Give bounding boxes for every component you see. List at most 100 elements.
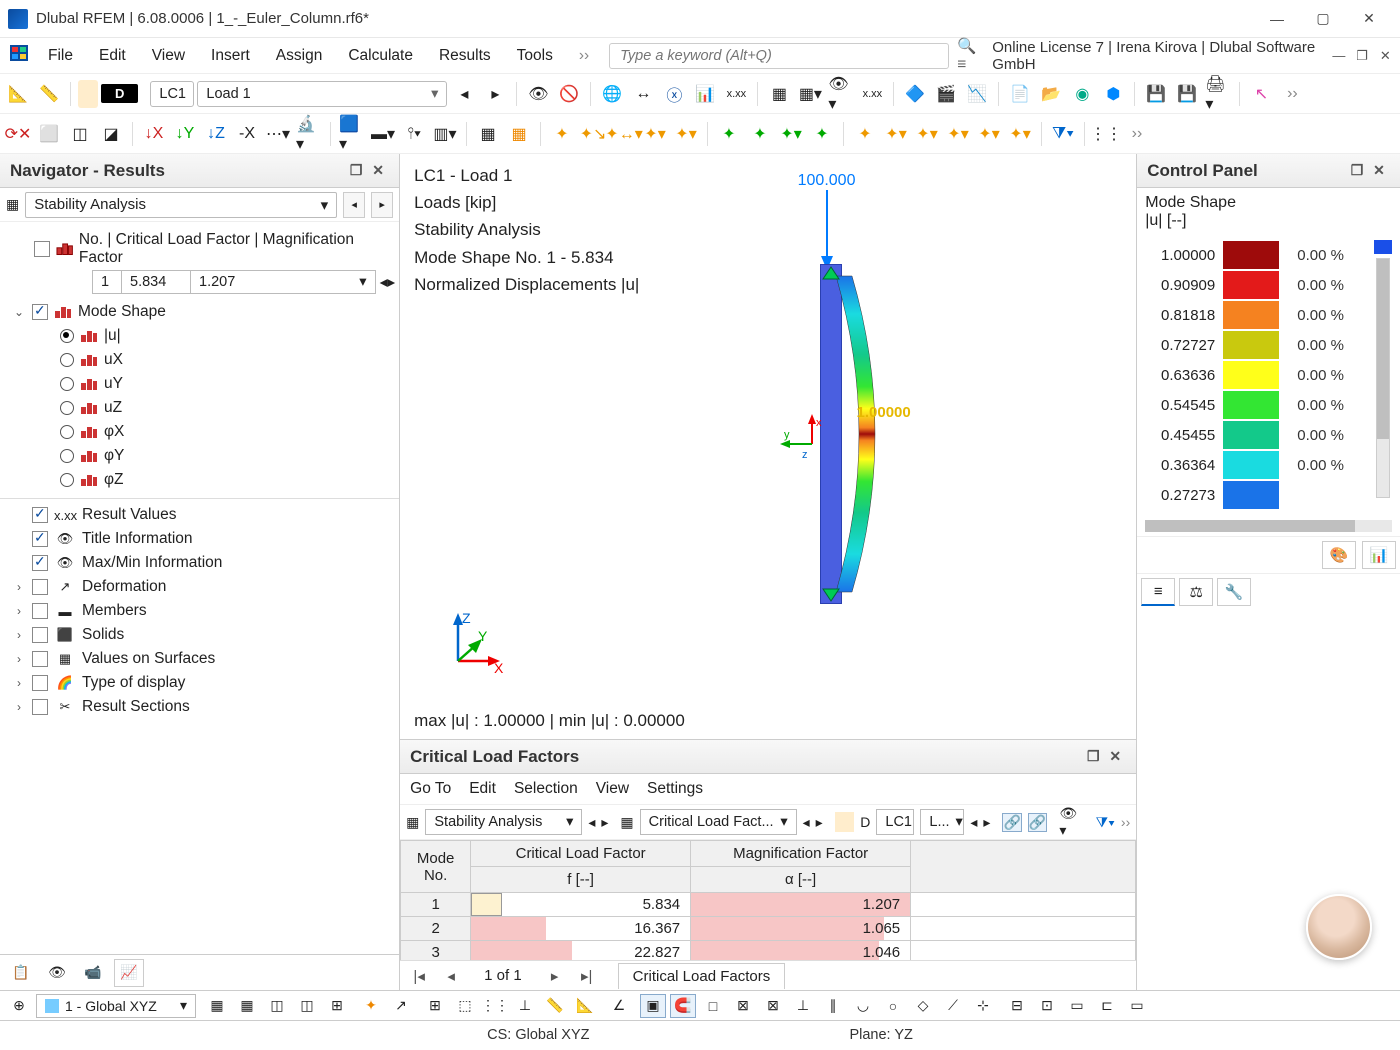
search-input[interactable] xyxy=(609,43,949,69)
search-icon[interactable]: 🔍≡ xyxy=(951,33,988,78)
disp-check-2[interactable] xyxy=(32,555,48,571)
table-row[interactable]: 3 22.827 1.046 xyxy=(401,941,1136,961)
pager-first-button[interactable]: |◂ xyxy=(408,967,430,985)
model-viewport[interactable]: LC1 - Load 1 Loads [kip] Stability Analy… xyxy=(400,154,1136,739)
disp-check-1[interactable] xyxy=(32,531,48,547)
load-3-icon[interactable]: ✦↔▾ xyxy=(610,120,638,148)
table-menu-settings[interactable]: Settings xyxy=(647,780,703,798)
app-menu-icon[interactable] xyxy=(4,41,34,70)
nav-category-dropdown[interactable]: Stability Analysis▾ xyxy=(25,192,337,218)
nav-cat-prev-button[interactable]: ◂ xyxy=(343,192,365,218)
disp-check-0[interactable] xyxy=(32,507,48,523)
tool-diagram-icon[interactable]: 📊 xyxy=(691,80,719,108)
tool-global-deform-icon[interactable]: 🌐 xyxy=(598,80,626,108)
disp-caret-6[interactable]: › xyxy=(12,652,26,666)
snap-bg-icon[interactable]: ⬚ xyxy=(452,994,478,1018)
table-type-icon[interactable]: ▦ xyxy=(406,814,419,831)
pager-prev-button[interactable]: ◂ xyxy=(440,967,462,985)
node-load-4-icon[interactable]: ✦ xyxy=(808,120,836,148)
snap-par-icon[interactable]: ∥ xyxy=(820,994,846,1018)
table-undock-icon[interactable]: ❐ xyxy=(1082,748,1104,765)
snap-guide-2-icon[interactable]: 📐 xyxy=(572,994,598,1018)
menu-calculate[interactable]: Calculate xyxy=(336,41,425,71)
navigator-undock-icon[interactable]: ❐ xyxy=(345,162,367,179)
cp-tab-colorscale-icon[interactable]: ≡ xyxy=(1141,578,1175,606)
refresh-icon[interactable]: ⟳✕ xyxy=(4,120,32,148)
snap-end-icon[interactable]: ▣ xyxy=(640,994,666,1018)
snap-ext-icon[interactable]: ⊹ xyxy=(970,994,996,1018)
load-4-icon[interactable]: ✦▾ xyxy=(641,120,669,148)
table-cat-prev-button[interactable]: ◂ xyxy=(588,814,595,831)
gen-load-4-icon[interactable]: ✦▾ xyxy=(944,120,972,148)
toolbar2-overflow-icon[interactable]: ›› xyxy=(1123,120,1151,148)
table-lc-name-dropdown[interactable]: L...▾ xyxy=(920,809,964,835)
table-filter-icon[interactable]: ⧩▾ xyxy=(1096,814,1115,831)
disp-caret-4[interactable]: › xyxy=(12,604,26,618)
table-row[interactable]: 2 16.367 1.065 xyxy=(401,917,1136,941)
axis-neg-x-icon[interactable]: -X xyxy=(233,120,261,148)
snap-guide-1-icon[interactable]: 📏 xyxy=(542,994,568,1018)
disp-check-6[interactable] xyxy=(32,651,48,667)
menu-insert[interactable]: Insert xyxy=(199,41,262,71)
cp-edit-colors-icon[interactable]: 🎨 xyxy=(1322,541,1356,569)
snap-near-icon[interactable]: ◇ xyxy=(910,994,936,1018)
tool-values-toggle-icon[interactable]: x.xx xyxy=(722,80,750,108)
mode-radio-u[interactable] xyxy=(60,329,74,343)
gen-load-6-icon[interactable]: ✦▾ xyxy=(1006,120,1034,148)
gen-load-1-icon[interactable]: ✦ xyxy=(851,120,879,148)
table-row[interactable]: 1 5.834 1.207 xyxy=(401,893,1136,917)
table-overflow-icon[interactable]: ›› xyxy=(1121,814,1130,830)
pager-last-button[interactable]: ▸| xyxy=(576,967,598,985)
tool-animate-icon[interactable]: 🎬 xyxy=(932,80,960,108)
disp-caret-5[interactable]: › xyxy=(12,628,26,642)
table-menu-selection[interactable]: Selection xyxy=(514,780,578,798)
mode-radio-uz[interactable] xyxy=(60,401,74,415)
case-color-icon[interactable] xyxy=(78,80,98,108)
mode-radio-px[interactable] xyxy=(60,425,74,439)
tool-grid-icon[interactable]: 📏 xyxy=(35,80,63,108)
cs-icon[interactable]: ⊕ xyxy=(6,994,32,1018)
tool-new-icon[interactable]: 📄 xyxy=(1006,80,1034,108)
tool-surfaces-2-icon[interactable]: ▦▾ xyxy=(796,80,824,108)
snap-ortho-icon[interactable]: ⊥ xyxy=(512,994,538,1018)
cp-close-icon[interactable]: ✕ xyxy=(1368,162,1390,179)
mesh-1-icon[interactable]: ▦ xyxy=(474,120,502,148)
snap-2-icon[interactable]: ▦ xyxy=(234,994,260,1018)
table-lc-next-button[interactable]: ▸ xyxy=(983,814,990,831)
menu-edit[interactable]: Edit xyxy=(87,41,138,71)
axis-more-icon[interactable]: ⋯▾ xyxy=(264,120,292,148)
disp-caret-3[interactable]: › xyxy=(12,580,26,594)
table-sub-icon[interactable]: ▦ xyxy=(620,814,633,831)
disp-check-8[interactable] xyxy=(32,699,48,715)
cp-tab-factors-icon[interactable]: ⚖ xyxy=(1179,578,1213,606)
nav-tab-results-icon[interactable]: 📈 xyxy=(114,959,144,987)
snap-sec-icon[interactable]: ⊏ xyxy=(1094,994,1120,1018)
support-icon[interactable]: ▥▾ xyxy=(431,120,459,148)
menu-view[interactable]: View xyxy=(140,41,197,71)
close-button[interactable]: ✕ xyxy=(1346,4,1392,34)
lc-next-button[interactable]: ▸ xyxy=(481,80,509,108)
mesh-2-icon[interactable]: ▦ xyxy=(505,120,533,148)
load-2-icon[interactable]: ✦↘ xyxy=(579,120,607,148)
menu-assign[interactable]: Assign xyxy=(264,41,335,71)
maximize-button[interactable]: ▢ xyxy=(1300,4,1346,34)
shade-1-icon[interactable]: 🟦▾ xyxy=(338,120,366,148)
table-eye-icon[interactable]: 👁▾ xyxy=(1059,805,1083,839)
osmode-icon[interactable]: ✦ xyxy=(358,994,384,1018)
assistant-avatar[interactable] xyxy=(1306,894,1372,960)
table-menu-view[interactable]: View xyxy=(596,780,629,798)
tool-surfaces-4-icon[interactable]: x.xx xyxy=(858,80,886,108)
node-load-3-icon[interactable]: ✦▾ xyxy=(777,120,805,148)
tool-open-icon[interactable]: 📂 xyxy=(1037,80,1065,108)
axis-y-icon[interactable]: ↓Y xyxy=(171,120,199,148)
table-category-dropdown[interactable]: Stability Analysis▾ xyxy=(425,809,582,835)
disp-caret-8[interactable]: › xyxy=(12,700,26,714)
factor-prev-button[interactable]: ◂ xyxy=(380,273,388,292)
grid-options-icon[interactable]: ⋮⋮ xyxy=(1092,120,1120,148)
pager-next-button[interactable]: ▸ xyxy=(544,967,566,985)
snap-dist-icon[interactable]: ⊡ xyxy=(1034,994,1060,1018)
cs-dropdown[interactable]: 1 - Global XYZ▾ xyxy=(36,994,196,1018)
snap-angle-icon[interactable]: ∠ xyxy=(606,994,632,1018)
tool-save-icon[interactable]: 💾 xyxy=(1142,80,1170,108)
load-5-icon[interactable]: ✦▾ xyxy=(672,120,700,148)
